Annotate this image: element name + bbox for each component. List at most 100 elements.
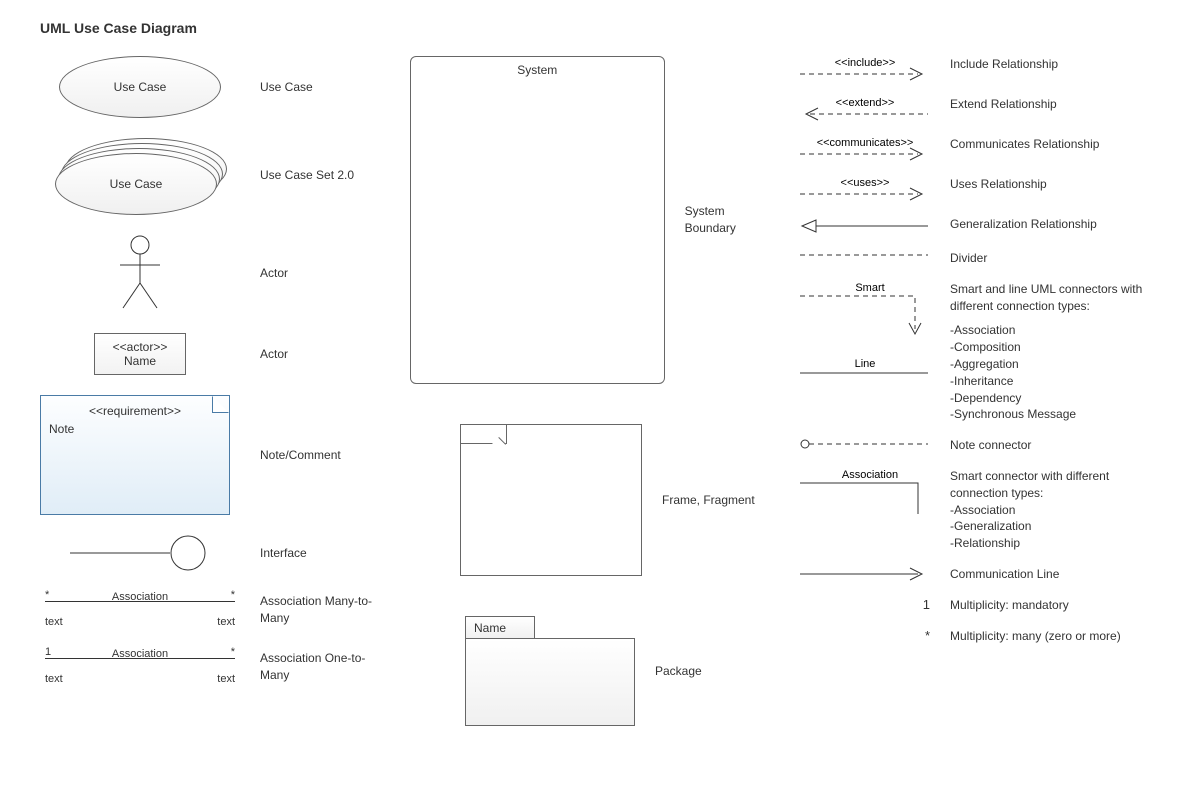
- actor-stick-icon: [115, 233, 165, 313]
- assoc-mm-left-text: text: [45, 616, 63, 628]
- comm-line-row: Communication Line: [800, 566, 1160, 583]
- association-connector-icon: Association: [800, 468, 930, 516]
- package-box: Name: [465, 616, 635, 726]
- usecase-set-text: Use Case: [110, 177, 163, 191]
- svg-text:Smart: Smart: [855, 282, 884, 294]
- system-row: System System Boundary: [410, 56, 770, 384]
- generalization-label: Generalization Relationship: [950, 216, 1097, 233]
- assoc-mm-left-mult: *: [45, 589, 49, 601]
- extend-row: <<extend>> Extend Relationship: [800, 96, 1160, 122]
- uses-arrow-icon: <<uses>>: [800, 176, 930, 202]
- assoc-om-left-mult: 1: [45, 646, 51, 658]
- note-label: Note/Comment: [260, 447, 341, 464]
- assoc-om-right-mult: *: [231, 646, 235, 658]
- note-stereo: <<requirement>>: [49, 404, 221, 418]
- svg-text:<<uses>>: <<uses>>: [841, 177, 890, 189]
- usecase-set-label: Use Case Set 2.0: [260, 167, 354, 184]
- interface-label: Interface: [260, 545, 307, 562]
- uses-row: <<uses>> Uses Relationship: [800, 176, 1160, 202]
- note-row: <<requirement>> Note Note/Comment: [40, 395, 380, 515]
- svg-text:Association: Association: [842, 469, 898, 481]
- note-connector-label: Note connector: [950, 437, 1031, 454]
- actor-box-row: <<actor>> Name Actor: [40, 333, 380, 375]
- mult-1-symbol: 1: [923, 597, 930, 612]
- communicates-arrow-icon: <<communicates>>: [800, 136, 930, 162]
- left-column: Use Case Use Case Use Case Use Case Set …: [40, 56, 380, 746]
- assoc-om-right-text: text: [217, 673, 235, 685]
- system-box: System: [410, 56, 665, 384]
- extend-arrow-icon: <<extend>>: [800, 96, 930, 122]
- smart-connector-icon: Smart: [800, 281, 930, 341]
- right-column: <<include>> Include Relationship <<exten…: [800, 56, 1160, 746]
- include-arrow-icon: <<include>>: [800, 56, 930, 82]
- assoc-mm-right-text: text: [217, 616, 235, 628]
- package-row: Name Package: [465, 616, 770, 726]
- diagram-container: Use Case Use Case Use Case Use Case Set …: [40, 56, 1160, 746]
- svg-text:<<extend>>: <<extend>>: [836, 97, 895, 109]
- uses-label: Uses Relationship: [950, 176, 1047, 193]
- assoc-om: Association 1 * text text: [45, 648, 235, 685]
- svg-text:<<include>>: <<include>>: [835, 57, 896, 69]
- note-connector-row: Note connector: [800, 437, 1160, 454]
- diagram-title: UML Use Case Diagram: [40, 20, 1160, 36]
- smart-types: -Association -Composition -Aggregation -…: [950, 322, 1160, 423]
- assoc-mm: Association * * text text: [45, 591, 235, 628]
- frame-row: Frame, Fragment: [460, 424, 770, 576]
- package-tab-text: Name: [474, 621, 506, 635]
- actor-stick-label: Actor: [260, 265, 288, 282]
- include-row: <<include>> Include Relationship: [800, 56, 1160, 82]
- line-connector-icon: Line: [800, 359, 930, 379]
- frame-label: Frame, Fragment: [662, 492, 755, 509]
- actor-box-label: Actor: [260, 346, 288, 363]
- assoc-om-label: Association One-to-Many: [260, 650, 380, 684]
- divider-label: Divider: [950, 250, 987, 267]
- svg-text:<<communicates>>: <<communicates>>: [817, 137, 914, 149]
- mult-1-row: 1 Multiplicity: mandatory: [800, 597, 1160, 614]
- usecase-row: Use Case Use Case: [40, 56, 380, 118]
- divider-icon: [800, 250, 930, 260]
- extend-label: Extend Relationship: [950, 96, 1057, 113]
- usecase-label: Use Case: [260, 79, 313, 96]
- system-title: System: [517, 63, 557, 77]
- generalization-row: Generalization Relationship: [800, 216, 1160, 236]
- package-label: Package: [655, 663, 702, 680]
- actor-stick-row: Actor: [40, 233, 380, 313]
- note-box: <<requirement>> Note: [40, 395, 230, 515]
- smart-row: Smart Line Smart and line UML connectors…: [800, 281, 1160, 423]
- association-label-title: Smart connector with different connectio…: [950, 468, 1160, 502]
- mult-star-row: * Multiplicity: many (zero or more): [800, 628, 1160, 645]
- usecase-stack: Use Case: [55, 138, 225, 213]
- smart-label-title: Smart and line UML connectors with diffe…: [950, 281, 1160, 315]
- comm-line-label: Communication Line: [950, 566, 1059, 583]
- association-types: -Association -Generalization -Relationsh…: [950, 502, 1160, 552]
- usecase-set-row: Use Case Use Case Set 2.0: [40, 138, 380, 213]
- usecase-ellipse: Use Case: [59, 56, 221, 118]
- actor-name: Name: [113, 354, 168, 368]
- mult-1-label: Multiplicity: mandatory: [950, 597, 1069, 614]
- mult-star-label: Multiplicity: many (zero or more): [950, 628, 1121, 645]
- actor-stereo: <<actor>>: [113, 340, 168, 354]
- assoc-om-left-text: text: [45, 673, 63, 685]
- smart-label: Smart and line UML connectors with diffe…: [950, 281, 1160, 423]
- interface-icon: [70, 535, 210, 571]
- generalization-arrow-icon: [800, 216, 930, 236]
- assoc-om-row: Association 1 * text text Association On…: [40, 648, 380, 685]
- assoc-mm-right-mult: *: [231, 589, 235, 601]
- interface-row: Interface: [40, 535, 380, 571]
- middle-column: System System Boundary Frame, Fragment N…: [410, 56, 770, 746]
- actor-box: <<actor>> Name: [94, 333, 187, 375]
- frame-box: [460, 424, 642, 576]
- mult-star-symbol: *: [925, 628, 930, 643]
- association-label: Smart connector with different connectio…: [950, 468, 1160, 552]
- divider-row: Divider: [800, 250, 1160, 267]
- include-label: Include Relationship: [950, 56, 1058, 73]
- svg-text:Line: Line: [855, 359, 876, 370]
- usecase-text: Use Case: [114, 80, 167, 94]
- communicates-row: <<communicates>> Communicates Relationsh…: [800, 136, 1160, 162]
- note-connector-icon: [800, 437, 930, 451]
- assoc-mm-label: Association Many-to-Many: [260, 593, 380, 627]
- association-row: Association Smart connector with differe…: [800, 468, 1160, 552]
- comm-line-icon: [800, 566, 930, 582]
- assoc-mm-row: Association * * text text Association Ma…: [40, 591, 380, 628]
- note-text: Note: [49, 422, 221, 436]
